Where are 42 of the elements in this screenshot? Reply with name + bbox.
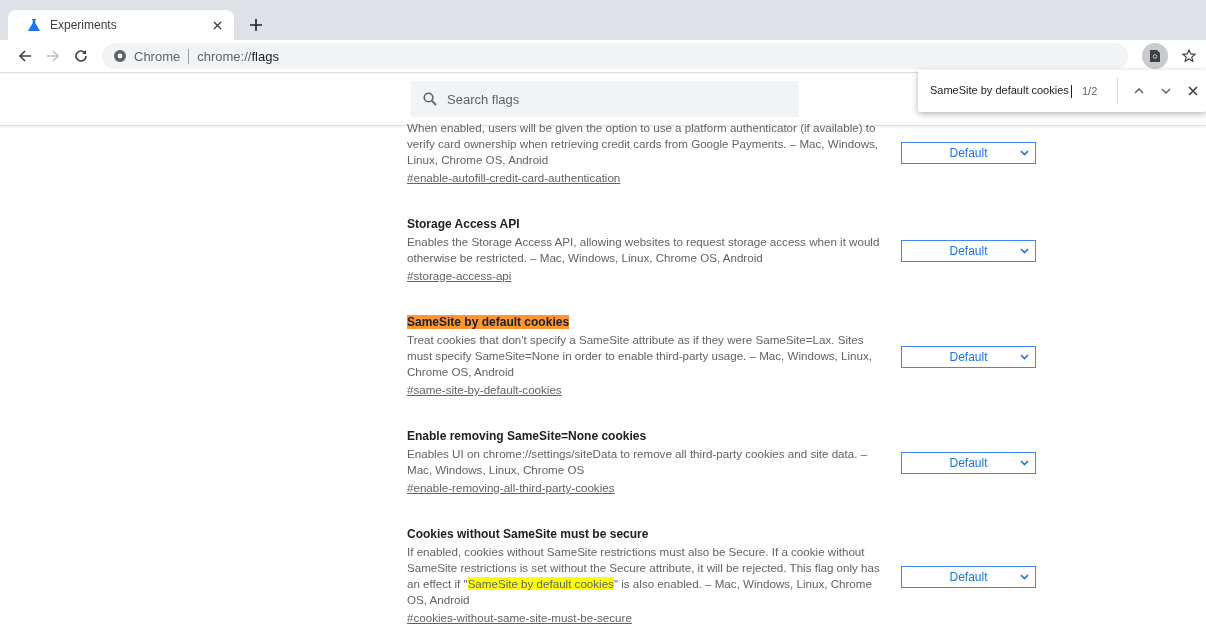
chevron-down-icon [1020, 247, 1029, 254]
browser-tab[interactable]: Experiments [8, 10, 234, 40]
flag-link[interactable]: #enable-autofill-credit-card-authentication [407, 171, 621, 184]
chevron-down-icon [1020, 150, 1029, 156]
reload-icon[interactable] [74, 49, 88, 63]
chevron-down-icon [1020, 459, 1029, 466]
url-text: chrome://flags [197, 48, 279, 64]
search-field[interactable]: Search flags [411, 81, 799, 117]
flag-title: Storage Access API [407, 217, 521, 231]
address-bar[interactable]: Chrome chrome://flags [102, 43, 1128, 69]
flag-select[interactable]: Default [901, 142, 1036, 164]
flask-icon [28, 19, 40, 31]
flag-title: Enable removing SameSite=None cookies [407, 429, 648, 443]
flag-link[interactable]: #enable-removing-all-third-party-cookies [407, 481, 615, 494]
flag-link[interactable]: #storage-access-api [407, 269, 512, 282]
find-query[interactable]: SameSite by default cookies [930, 84, 1070, 98]
star-icon[interactable] [1182, 49, 1196, 63]
search-input[interactable]: Search flags [445, 90, 787, 108]
flag-select[interactable]: Default [901, 345, 1036, 368]
match-count: 1/2 [1082, 85, 1099, 97]
flag-description: If enabled, cookies without SameSite restrictions must also be Secure. If a cookie without SameSite restrictions is set without the Secure attribute, it will be rejected. This flag only has an effect if "SameSite by default cookies" is also enabled. – Mac, Windows, Linux, Chrome OS, Android [407, 544, 881, 608]
flag-description: When enabled, users will be given the option to use a platform authenticator (if available) to verify card ownership when retrieving credit cards from Google Payments. – Mac, Windows, Linux, Chrome OS, Android [407, 120, 880, 168]
tab-title: Experiments [50, 18, 118, 32]
flag-link[interactable]: #same-site-by-default-cookies [407, 383, 562, 396]
find-in-page-icon[interactable] [1142, 43, 1168, 69]
flag-title: Cookies without SameSite must be secure [407, 527, 650, 541]
flag-select[interactable]: Default [901, 565, 1036, 588]
flag-select[interactable]: Default [901, 451, 1036, 474]
flag-title: SameSite by default cookies [407, 315, 571, 329]
new-tab-icon[interactable] [250, 19, 262, 31]
flag-description: Enables UI on chrome://settings/siteData to remove all third-party cookies and site data. – Mac, Windows, Linux, Chrome OS [407, 446, 869, 478]
chrome-logo-icon [114, 50, 126, 62]
flag-description: Treat cookies that don't specify a SameSite attribute as if they were SameSite=Lax. Sites must specify SameSite=None in order to enable third-party usage. – Mac, Windows, Linux, Chrome OS, Android [407, 332, 873, 380]
search-icon [423, 92, 437, 106]
flag-link[interactable]: #cookies-without-same-site-must-be-secure [407, 611, 632, 624]
site-label: Chrome [134, 48, 190, 64]
close-icon[interactable] [213, 20, 222, 30]
chevron-down-icon [1020, 353, 1029, 360]
flag-description: Enables the Storage Access API, allowing websites to request storage access when it would otherwise be restricted. – Mac, Windows, Linux, Chrome OS, Android [407, 234, 881, 266]
chevron-down-icon [1020, 573, 1029, 580]
back-icon[interactable] [18, 49, 32, 63]
flag-select[interactable]: Default [901, 239, 1036, 262]
